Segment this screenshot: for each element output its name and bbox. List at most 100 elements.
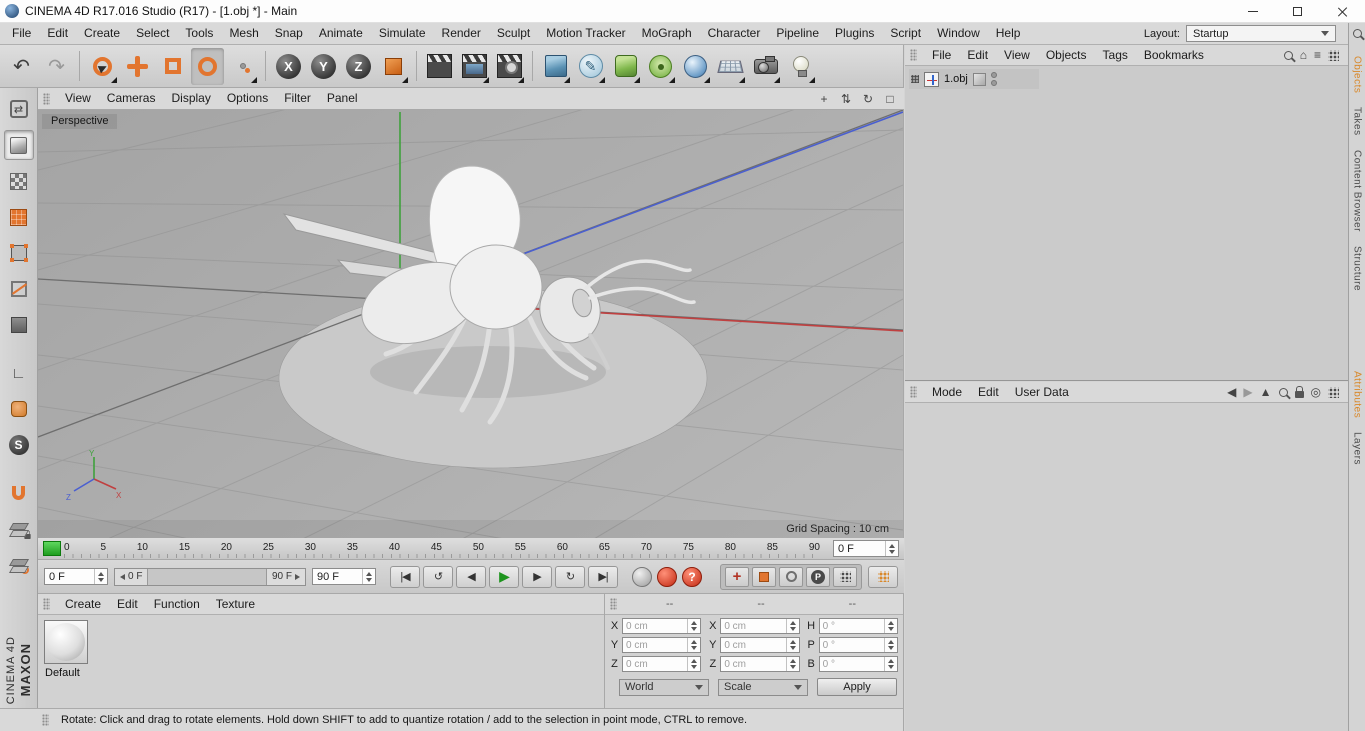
texture-mode-button[interactable] <box>4 166 34 196</box>
redo-button[interactable]: ↷ <box>40 48 73 85</box>
range-start-handle[interactable]: 0 F <box>115 568 149 585</box>
lock-x-axis-button[interactable]: X <box>272 48 305 85</box>
lock-z-axis-button[interactable]: Z <box>342 48 375 85</box>
layout-dropdown[interactable]: Startup <box>1186 25 1336 42</box>
solo-button[interactable] <box>632 566 652 587</box>
material-thumbnail[interactable] <box>44 620 88 664</box>
minimize-button[interactable] <box>1230 0 1275 23</box>
panel-drag-handle-icon[interactable] <box>43 598 50 610</box>
spinner-arrows[interactable] <box>94 569 107 584</box>
frame-range-slider[interactable]: 0 F 90 F <box>114 567 306 586</box>
undo-button[interactable]: ↶ <box>5 48 38 85</box>
menu-item[interactable]: Help <box>988 23 1029 44</box>
menu-item[interactable]: Plugins <box>827 23 882 44</box>
coordinate-field[interactable]: 0 cm <box>622 656 702 672</box>
search-icon[interactable] <box>1283 50 1293 60</box>
simulate-button[interactable] <box>679 48 712 85</box>
menu-item[interactable]: File <box>4 23 39 44</box>
position-key-button[interactable]: + <box>725 566 749 587</box>
lock-y-axis-button[interactable]: Y <box>307 48 340 85</box>
apply-button[interactable]: Apply <box>817 678 897 696</box>
polygons-mode-button[interactable] <box>4 310 34 340</box>
scale-tool[interactable] <box>156 48 189 85</box>
menu-item[interactable]: Window <box>929 23 988 44</box>
viewport-menu-item[interactable]: Panel <box>319 88 366 109</box>
move-tool[interactable] <box>121 48 154 85</box>
transform-mode-dropdown[interactable]: Scale <box>718 678 808 696</box>
rotate-view-icon[interactable]: ↻ <box>859 91 877 107</box>
model-mode-button[interactable] <box>3 130 34 160</box>
coordinate-field[interactable]: 0 ° <box>818 618 898 634</box>
tab-objects[interactable]: Objects <box>1352 56 1363 93</box>
menu-item[interactable]: Script <box>882 23 929 44</box>
first-frame-button[interactable]: |◀ <box>390 565 420 588</box>
menu-item[interactable]: Pipeline <box>768 23 827 44</box>
previous-key-button[interactable]: ↺ <box>423 565 453 588</box>
render-settings-button[interactable] <box>493 48 526 85</box>
editor-visibility-dot[interactable] <box>990 72 997 78</box>
close-button[interactable] <box>1320 0 1365 23</box>
add-environment-button[interactable] <box>714 48 747 85</box>
coordinate-field[interactable]: 0 cm <box>622 637 702 653</box>
spinner-arrows[interactable] <box>885 541 898 556</box>
pla-key-button[interactable] <box>833 566 857 587</box>
phong-tag-icon[interactable] <box>972 72 986 86</box>
tab-structure[interactable]: Structure <box>1352 246 1363 291</box>
spinner-arrows[interactable] <box>362 569 375 584</box>
last-frame-button[interactable]: ▶| <box>588 565 618 588</box>
menu-item[interactable]: Simulate <box>371 23 434 44</box>
search-icon[interactable] <box>1278 387 1288 397</box>
frame-spinner[interactable]: 0 F <box>833 540 899 557</box>
enable-axis-button[interactable]: ∟ <box>4 358 34 388</box>
add-generator-button[interactable] <box>609 48 642 85</box>
current-frame-marker[interactable] <box>43 541 61 556</box>
magnet-button[interactable] <box>4 478 34 508</box>
menu-item[interactable]: Tools <box>177 23 221 44</box>
material-menu-item[interactable]: Texture <box>208 594 263 615</box>
end-frame-field[interactable]: 90 F <box>312 568 376 585</box>
rotation-key-button[interactable] <box>779 566 803 587</box>
menu-item[interactable]: Render <box>434 23 489 44</box>
add-spline-button[interactable]: ✎ <box>574 48 607 85</box>
object-manager-menu-item[interactable]: Edit <box>959 45 996 66</box>
zoom-view-icon[interactable]: ⇅ <box>837 91 855 107</box>
material-menu-item[interactable]: Function <box>146 594 208 615</box>
panel-drag-handle-icon[interactable] <box>610 598 617 610</box>
menu-item[interactable]: Character <box>700 23 769 44</box>
search-icon[interactable] <box>1352 29 1362 38</box>
object-row[interactable]: 1.obj <box>909 69 1039 89</box>
visibility-dots[interactable] <box>990 72 997 86</box>
coordinate-group-dropdown[interactable]: -- <box>807 598 898 610</box>
rotate-tool[interactable] <box>191 47 224 85</box>
coordinate-field[interactable]: 0 cm <box>720 656 800 672</box>
menu-item[interactable]: Edit <box>39 23 76 44</box>
previous-frame-button[interactable]: ◀ <box>456 565 486 588</box>
panel-menu-icon[interactable] <box>1328 386 1339 398</box>
locked-workplane-button[interactable] <box>4 550 34 580</box>
snap-button[interactable]: S <box>4 430 34 460</box>
menu-item[interactable]: Snap <box>267 23 311 44</box>
workplane-lock-button[interactable] <box>4 514 34 544</box>
panel-drag-handle-icon[interactable] <box>910 386 917 398</box>
history-forward-icon[interactable]: ▶ <box>1243 386 1252 398</box>
coordinate-group-dropdown[interactable]: -- <box>715 598 806 610</box>
coordinate-field[interactable]: 0 cm <box>622 618 702 634</box>
camera-label[interactable]: Perspective <box>42 114 118 129</box>
object-manager-menu-item[interactable]: Tags <box>1095 45 1136 66</box>
panel-menu-icon[interactable] <box>1328 49 1339 61</box>
toggle-view-icon[interactable]: □ <box>881 91 899 107</box>
parameter-key-button[interactable]: P <box>806 566 830 587</box>
menu-item[interactable]: Mesh <box>221 23 266 44</box>
object-manager-menu-item[interactable]: View <box>996 45 1038 66</box>
attribute-manager-menu-item[interactable]: User Data <box>1007 382 1077 403</box>
lock-icon[interactable] <box>1294 385 1304 398</box>
pin-icon[interactable]: ▲ <box>1260 386 1272 398</box>
add-primitive-button[interactable] <box>539 48 572 85</box>
menu-item[interactable]: Select <box>128 23 177 44</box>
viewport-menu-item[interactable]: View <box>57 88 99 109</box>
object-icon[interactable] <box>924 71 939 87</box>
current-frame-field[interactable]: 0 F <box>44 568 108 585</box>
attribute-manager-menu-item[interactable]: Edit <box>970 382 1007 403</box>
add-light-button[interactable] <box>784 48 817 85</box>
edges-mode-button[interactable] <box>4 274 34 304</box>
